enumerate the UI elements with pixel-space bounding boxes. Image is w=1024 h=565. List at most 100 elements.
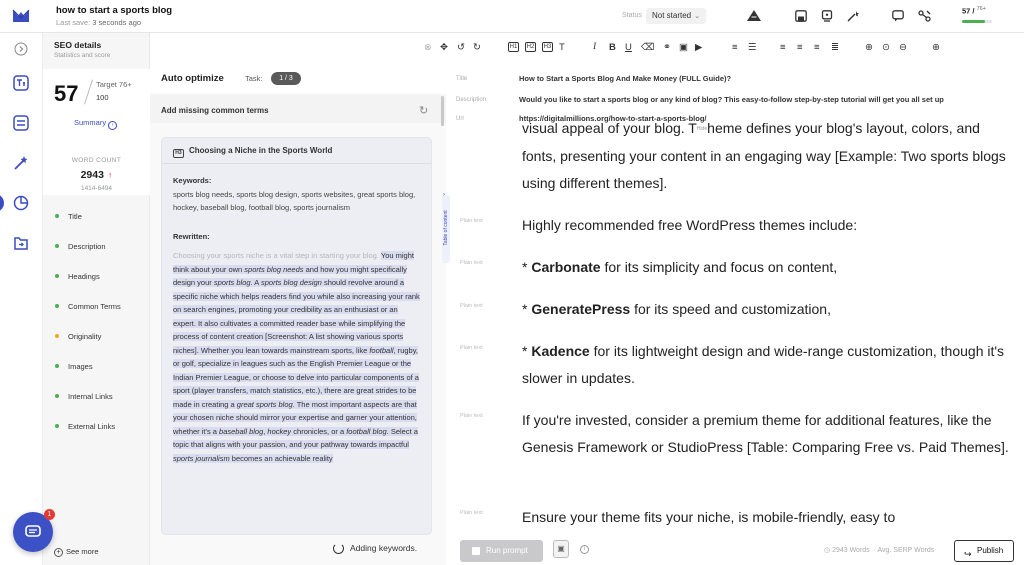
seo-item-description[interactable]: Description — [43, 231, 150, 261]
italic-icon[interactable]: I — [593, 40, 596, 54]
table-of-content-tab[interactable]: › Table of content — [442, 192, 450, 263]
seo-item-external-links[interactable]: External Links — [43, 411, 150, 441]
score-divider — [84, 79, 93, 105]
plain-text-label: Plain text — [460, 413, 483, 419]
analytics-icon[interactable] — [12, 194, 30, 212]
keywords-label: Keywords: — [173, 176, 212, 185]
rewritten-faded: Choosing your sports niche is a vital st… — [173, 251, 379, 260]
align-right-icon[interactable]: ≡ — [814, 40, 820, 54]
keyword-term: sports blog — [213, 278, 251, 287]
plain-text-label: Plain text — [460, 345, 483, 351]
theme-item[interactable]: * Carbonate for its simplicity and focus… — [522, 254, 1012, 281]
text-editor-icon[interactable] — [12, 74, 30, 92]
hide-label[interactable]: Hide — [697, 126, 707, 132]
status-label: Status — [622, 12, 642, 19]
image-upload-icon[interactable]: ▣ — [553, 540, 569, 558]
seo-item-label: Images — [68, 361, 93, 371]
plain-text-label: Plain text — [460, 303, 483, 309]
rewritten-segment: . A — [250, 278, 261, 287]
theme-item[interactable]: * GeneratePress for its speed and custom… — [522, 296, 1012, 323]
video-icon[interactable]: ▶ — [695, 40, 702, 54]
seo-item-headings[interactable]: Headings — [43, 261, 150, 291]
info-icon[interactable]: i — [580, 545, 589, 554]
word-count: 2943 ↑ — [43, 169, 150, 181]
suggestion-card-header: H3 Choosing a Niche in the Sports World — [162, 138, 431, 164]
bold-icon[interactable]: B — [609, 40, 616, 54]
plus-icon: + — [54, 548, 63, 557]
publish-button[interactable]: ↪ Publish — [954, 540, 1014, 562]
paragraph-theme-intro[interactable]: visual appeal of your blog. THideheme de… — [522, 120, 1012, 197]
seo-item-label: Common Terms — [68, 301, 121, 311]
integrations-icon[interactable] — [916, 8, 932, 24]
drive-icon[interactable] — [746, 8, 762, 24]
export-icon[interactable] — [819, 8, 835, 24]
paragraph-free-themes[interactable]: Highly recommended free WordPress themes… — [522, 212, 1012, 239]
bullet-list-icon[interactable]: ☰ — [748, 40, 757, 54]
undo-icon[interactable]: ↺ — [457, 40, 465, 54]
avg-serp-words: Avg. SERP Words — [877, 547, 935, 554]
theme-name: Carbonate — [531, 259, 601, 275]
keyword-term: great sports blog — [236, 399, 293, 409]
summary-label: Summary — [74, 118, 107, 127]
arrow-right-icon: › — [108, 121, 118, 130]
editor: Title How to Start a Sports Blog And Mak… — [446, 62, 1024, 565]
redo-icon[interactable]: ↻ — [473, 40, 481, 54]
comment-icon[interactable] — [890, 8, 906, 24]
rewritten-segment: chronicles, or a — [291, 426, 347, 436]
missing-terms-row[interactable]: Add missing common terms ↻ — [150, 95, 446, 123]
run-prompt-label: Run prompt — [486, 546, 528, 555]
language-icon[interactable]: ⊕ — [932, 40, 940, 54]
seo-item-internal-links[interactable]: Internal Links — [43, 381, 150, 411]
app-logo[interactable] — [12, 8, 30, 24]
align-left-icon[interactable]: ≡ — [780, 40, 786, 54]
h2-icon[interactable]: H2 — [525, 42, 536, 52]
theme-desc: for its lightweight design and wide-rang… — [522, 343, 1005, 386]
word-count-value: 2943 — [80, 169, 104, 181]
h1-icon[interactable]: H1 — [508, 42, 519, 52]
import-icon[interactable] — [12, 234, 30, 252]
expand-icon[interactable] — [12, 40, 30, 58]
meta-title-value[interactable]: How to Start a Sports Blog And Make Mone… — [519, 74, 731, 83]
keyword-term: hockey — [267, 426, 292, 436]
refresh-icon[interactable]: ↻ — [419, 104, 428, 117]
zoom-reset-icon[interactable]: ⊙ — [882, 40, 890, 54]
score-progress-fill — [962, 20, 985, 23]
save-icon[interactable] — [793, 8, 809, 24]
underline-icon[interactable]: U — [625, 40, 632, 54]
zoom-out-icon[interactable]: ⊖ — [899, 40, 907, 54]
seo-item-title[interactable]: Title — [43, 201, 150, 231]
see-more-button[interactable]: + See more — [54, 547, 99, 557]
zoom-in-icon[interactable]: ⊕ — [865, 40, 873, 54]
score-mini[interactable]: 57 / 76+ — [962, 6, 986, 16]
justify-icon[interactable]: ≣ — [831, 40, 839, 54]
magic-wand-icon[interactable] — [845, 8, 861, 24]
meta-description-value[interactable]: Would you like to start a sports blog or… — [519, 95, 944, 104]
rewritten-segment: should revolve around a specific niche w… — [173, 278, 420, 355]
score-mini-target: 76+ — [976, 6, 986, 12]
move-icon[interactable]: ✥ — [440, 40, 448, 54]
link-icon[interactable]: ⚭ — [663, 40, 671, 54]
document-title[interactable]: how to start a sports blog — [56, 5, 172, 16]
image-icon[interactable]: ▣ — [679, 40, 688, 54]
scrollbar[interactable] — [441, 96, 444, 126]
play-icon — [472, 547, 480, 555]
ordered-list-icon[interactable]: ≡ — [732, 40, 738, 54]
clear-format-icon[interactable]: ⌫ — [641, 40, 654, 54]
database-icon[interactable] — [12, 114, 30, 132]
seo-item-images[interactable]: Images — [43, 351, 150, 381]
summary-link[interactable]: Summary › — [74, 118, 118, 130]
align-center-icon[interactable]: ≡ — [797, 40, 803, 54]
paragraph-premium[interactable]: If you're invested, consider a premium t… — [522, 407, 1012, 461]
text-icon[interactable]: T — [559, 40, 565, 54]
theme-item[interactable]: * Kadence for its lightweight design and… — [522, 338, 1012, 392]
paragraph-fit[interactable]: Ensure your theme fits your niche, is mo… — [522, 504, 1012, 531]
rewritten-text[interactable]: Choosing your sports niche is a vital st… — [173, 249, 420, 465]
status-select[interactable]: Not started ⌄ — [646, 8, 707, 24]
content-area[interactable]: visual appeal of your blog. THideheme de… — [446, 120, 1024, 540]
run-prompt-button[interactable]: Run prompt — [460, 540, 543, 562]
close-circle-icon[interactable]: ⊗ — [424, 40, 432, 54]
h3-icon[interactable]: H3 — [542, 42, 553, 52]
magic-icon[interactable] — [12, 154, 30, 172]
seo-item-common-terms[interactable]: Common Terms — [43, 291, 150, 321]
seo-item-originality[interactable]: Originality — [43, 321, 150, 351]
